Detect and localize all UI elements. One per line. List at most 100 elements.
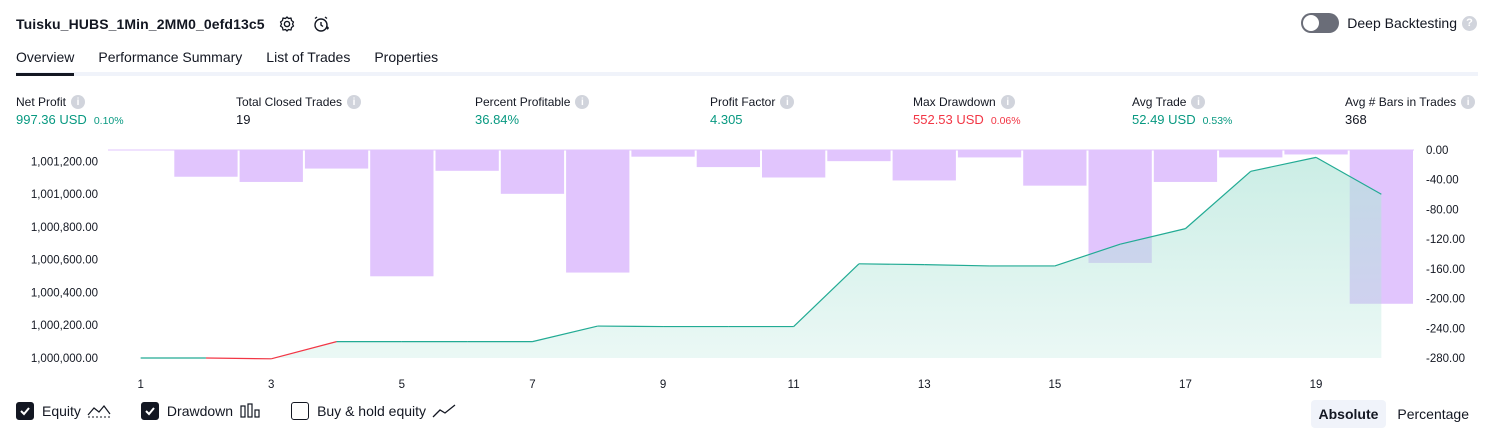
drawdown-bar — [892, 150, 956, 181]
drawdown-bar — [957, 150, 1022, 158]
metric-label: Net Profit — [16, 95, 67, 109]
drawdown-bar — [1153, 150, 1218, 182]
metric-max-drawdown: Max Drawdown i 552.53 USD 0.06% — [913, 94, 1021, 127]
x-axis-tick-label: 13 — [918, 379, 931, 391]
x-axis-tick-label: 15 — [1048, 379, 1061, 391]
left-axis-tick-label: 1,000,400.00 — [31, 287, 98, 299]
strategy-name: Tuisku_HUBS_1Min_2MM0_0efd13c5 — [16, 16, 265, 32]
x-axis-tick-label: 11 — [788, 379, 800, 391]
metric-label: Total Closed Trades — [236, 95, 343, 109]
right-axis-tick-label: -240.00 — [1426, 323, 1465, 335]
metric-avg-trade: Avg Trade i 52.49 USD 0.53% — [1132, 94, 1232, 127]
metric-avg-bars-in-trades: Avg # Bars in Trades i 368 — [1345, 94, 1476, 127]
settings-icon[interactable] — [275, 12, 299, 36]
deep-backtesting: Deep Backtesting ? — [1301, 13, 1477, 33]
drawdown-bar — [500, 150, 565, 194]
metric-value: 4.305 — [710, 112, 743, 127]
help-icon[interactable]: i — [1000, 95, 1015, 109]
metric-value: 368 — [1345, 112, 1367, 127]
right-axis-tick-label: -200.00 — [1426, 294, 1465, 306]
help-icon[interactable]: i — [347, 95, 362, 109]
drawdown-bar — [827, 150, 891, 162]
left-axis-tick-label: 1,000,600.00 — [31, 255, 98, 267]
left-axis-tick-label: 1,000,200.00 — [31, 320, 98, 332]
help-icon[interactable]: i — [780, 95, 795, 109]
drawdown-bar — [435, 150, 499, 171]
metric-value: 552.53 USD — [913, 112, 984, 127]
right-axis-tick-label: -40.00 — [1426, 175, 1459, 187]
right-axis-tick-label: -160.00 — [1426, 264, 1465, 276]
help-icon[interactable]: i — [1461, 95, 1476, 109]
help-icon[interactable]: ? — [1462, 15, 1477, 31]
buy-hold-checkbox[interactable] — [291, 402, 310, 420]
drawdown-bar — [370, 150, 434, 277]
legend-equity[interactable]: Equity — [16, 402, 111, 420]
equity-line-segment — [858, 263, 925, 266]
percentage-button[interactable]: Percentage — [1389, 400, 1477, 428]
x-axis-tick-label: 19 — [1310, 379, 1323, 391]
metric-percent: 0.53% — [1202, 115, 1233, 127]
metric-profit-factor: Profit Factor i 4.305 — [710, 94, 795, 127]
equity-area — [140, 157, 1382, 359]
alert-clock-icon[interactable] — [309, 12, 333, 36]
equity-line-icon — [87, 403, 111, 419]
left-axis-tick-label: 1,000,000.00 — [31, 353, 98, 365]
metric-value: 36.84% — [475, 112, 520, 127]
strategy-header: Tuisku_HUBS_1Min_2MM0_0efd13c5 — [16, 12, 333, 36]
right-axis-tick-label: -280.00 — [1426, 353, 1465, 365]
metric-percent-profitable: Percent Profitable i 36.84% — [475, 94, 590, 127]
tab-bar: Overview Performance Summary List of Tra… — [16, 44, 1478, 76]
metric-value: 52.49 USD — [1132, 112, 1196, 127]
right-axis-tick-label: -80.00 — [1426, 204, 1459, 216]
drawdown-bar — [696, 150, 760, 168]
drawdown-bar — [239, 150, 303, 182]
metric-value: 19 — [236, 112, 251, 127]
left-axis-tick-label: 1,000,800.00 — [31, 222, 98, 234]
toggle-knob — [1303, 15, 1320, 31]
drawdown-bar — [566, 150, 630, 273]
metric-net-profit: Net Profit i 997.36 USD 0.10% — [16, 94, 124, 127]
tab-properties[interactable]: Properties — [374, 44, 438, 72]
scale-mode-switch: Absolute Percentage — [1308, 400, 1478, 428]
drawdown-checkbox[interactable] — [140, 402, 159, 420]
drawdown-bar — [174, 150, 238, 177]
x-axis-tick-label: 9 — [660, 379, 666, 391]
metric-label: Profit Factor — [710, 95, 776, 109]
metric-total-closed-trades: Total Closed Trades i 19 — [236, 94, 362, 127]
drawdown-label: Drawdown — [166, 403, 234, 419]
x-axis-tick-label: 1 — [137, 379, 143, 391]
legend-buy-hold[interactable]: Buy & hold equity — [291, 402, 456, 420]
left-axis-tick-label: 1,001,200.00 — [31, 156, 98, 168]
tab-performance-summary[interactable]: Performance Summary — [98, 44, 242, 72]
metric-label: Avg Trade — [1132, 95, 1187, 109]
drawdown-bar — [762, 150, 826, 178]
metric-percent: 0.10% — [93, 115, 124, 127]
drawdown-bar — [1219, 150, 1283, 158]
legend-drawdown[interactable]: Drawdown — [140, 402, 261, 420]
drawdown-bar — [631, 150, 695, 157]
equity-checkbox[interactable] — [16, 402, 34, 420]
buy-hold-line-icon — [432, 403, 456, 419]
metric-label: Avg # Bars in Trades — [1345, 95, 1457, 109]
x-axis-tick-label: 17 — [1179, 379, 1192, 391]
metric-label: Max Drawdown — [913, 95, 996, 109]
absolute-button[interactable]: Absolute — [1310, 400, 1387, 428]
tab-list-of-trades[interactable]: List of Trades — [266, 44, 350, 72]
buy-hold-label: Buy & hold equity — [317, 403, 427, 419]
help-icon[interactable]: i — [1191, 95, 1206, 109]
help-icon[interactable]: i — [575, 95, 590, 109]
tab-overview[interactable]: Overview — [16, 44, 75, 76]
right-axis-tick-label: 0.00 — [1426, 145, 1448, 157]
deep-backtesting-toggle[interactable] — [1301, 13, 1340, 33]
chart-legend: Equity Drawdown Buy & hold equity — [16, 402, 486, 420]
equity-label: Equity — [42, 403, 81, 419]
right-axis-tick-label: -120.00 — [1426, 234, 1465, 246]
deep-backtesting-label: Deep Backtesting — [1347, 15, 1457, 31]
left-axis-tick-label: 1,001,000.00 — [31, 189, 98, 201]
metric-label: Percent Profitable — [475, 95, 571, 109]
help-icon[interactable]: i — [71, 95, 86, 109]
drawdown-bar — [1023, 150, 1087, 186]
equity-drawdown-chart: 1,000,000.00 1,000,200.00 1,000,400.00 1,00… — [31, 145, 1465, 391]
x-axis-tick-label: 5 — [399, 379, 405, 391]
drawdown-bar — [1284, 150, 1348, 155]
